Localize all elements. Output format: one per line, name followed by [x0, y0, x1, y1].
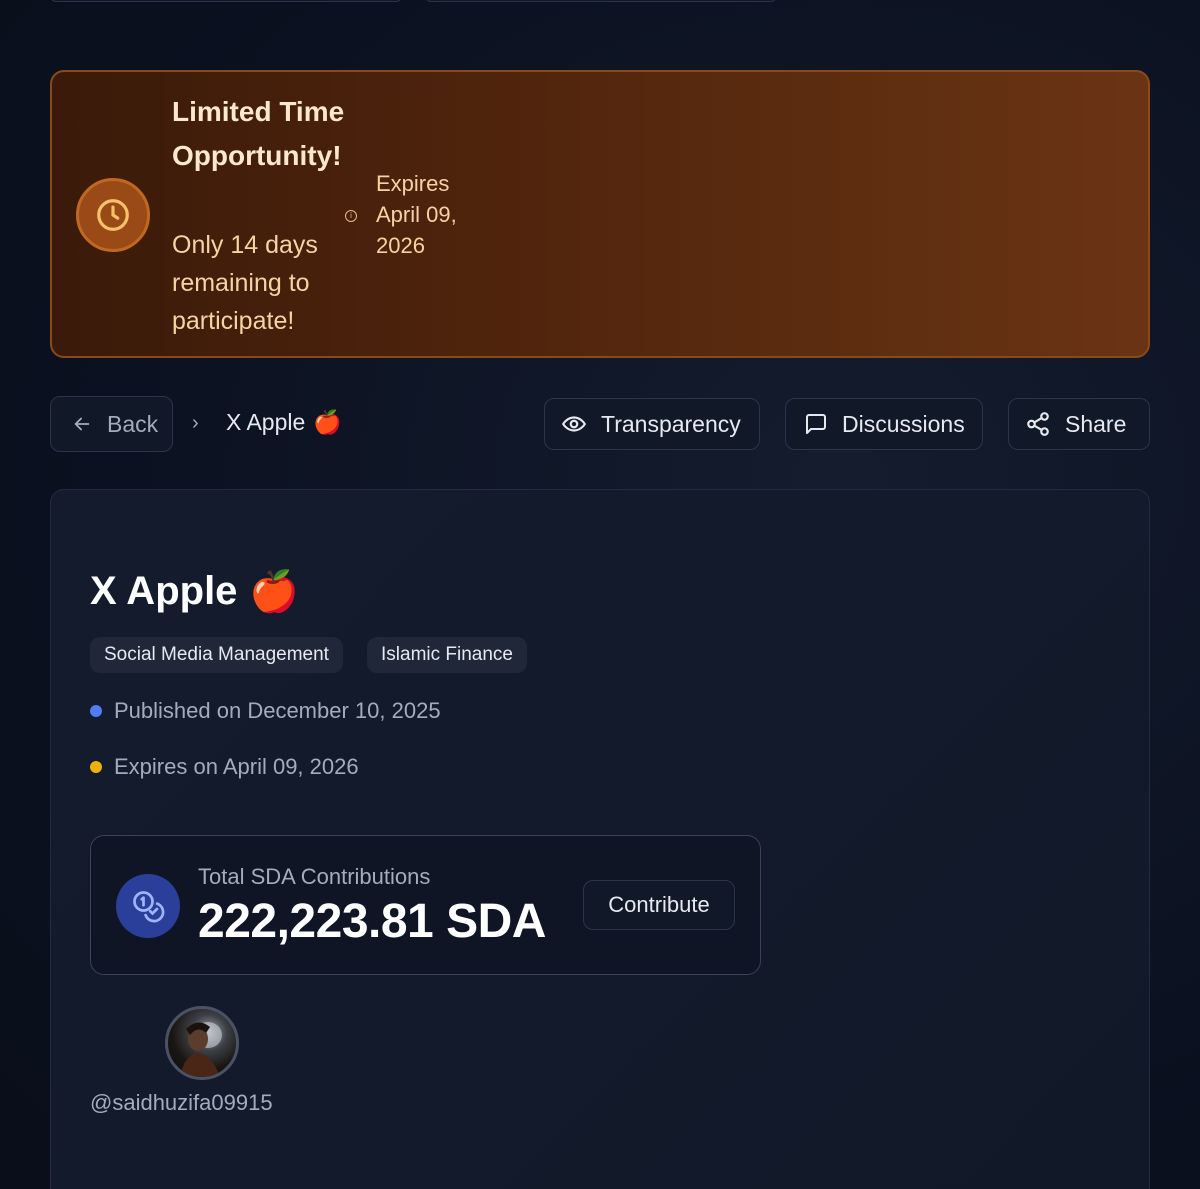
breadcrumb-separator: ›	[192, 412, 199, 434]
info-icon[interactable]: i	[345, 210, 357, 222]
arrow-left-icon	[74, 417, 90, 431]
eye-icon	[562, 416, 586, 432]
share-icon	[1027, 412, 1049, 436]
share-button[interactable]: Share	[1008, 398, 1150, 450]
project-card: X Apple 🍎 Social Media Management Islami…	[50, 489, 1150, 1189]
contributions-panel: Total SDA Contributions 222,223.81 SDA C…	[90, 835, 761, 975]
apple-emoji-icon: 🍎	[249, 570, 300, 614]
avatar[interactable]	[165, 1006, 239, 1080]
contribute-button[interactable]: Contribute	[583, 880, 735, 930]
banner-subtitle: Only 14 days remaining to participate!	[172, 231, 318, 335]
published-text: Published on December 10, 2025	[114, 698, 441, 723]
share-label: Share	[1065, 410, 1127, 437]
project-title-text: X Apple	[90, 569, 238, 613]
coins-icon	[116, 874, 180, 938]
back-label: Back	[107, 410, 159, 437]
breadcrumb: X Apple 🍎	[226, 409, 342, 436]
banner-expiry: Expires April 09, 2026	[376, 171, 457, 258]
contributions-value: 222,223.81 SDA	[198, 895, 546, 948]
author-username[interactable]: @saidhuzifa09915	[90, 1090, 273, 1116]
expiry-text: Expires on April 09, 2026	[114, 754, 359, 779]
expiry-date: Expires on April 09, 2026	[90, 754, 359, 780]
tag-islamic-finance: Islamic Finance	[367, 637, 527, 673]
discussions-label: Discussions	[842, 410, 965, 437]
tag-social-media-management: Social Media Management	[90, 637, 343, 673]
transparency-button[interactable]: Transparency	[544, 398, 760, 450]
project-title: X Apple 🍎	[90, 568, 299, 615]
contributions-label: Total SDA Contributions	[198, 864, 431, 889]
breadcrumb-current: X Apple	[226, 409, 306, 435]
status-dot-yellow	[90, 761, 102, 773]
discussions-button[interactable]: Discussions	[785, 398, 983, 450]
apple-emoji-icon: 🍎	[313, 409, 342, 435]
status-dot-blue	[90, 705, 102, 717]
message-square-icon	[806, 414, 826, 434]
transparency-label: Transparency	[601, 410, 741, 437]
top-tab-stub[interactable]	[50, 0, 402, 2]
clock-icon	[76, 178, 150, 252]
top-tab-stub[interactable]	[425, 0, 777, 2]
limited-time-banner: Limited Time Opportunity! i Only 14 days…	[50, 70, 1150, 358]
banner-title: Limited Time Opportunity!	[172, 96, 345, 171]
page: Limited Time Opportunity! i Only 14 days…	[0, 0, 1200, 1189]
back-button[interactable]: Back	[50, 396, 173, 452]
published-date: Published on December 10, 2025	[90, 698, 441, 724]
